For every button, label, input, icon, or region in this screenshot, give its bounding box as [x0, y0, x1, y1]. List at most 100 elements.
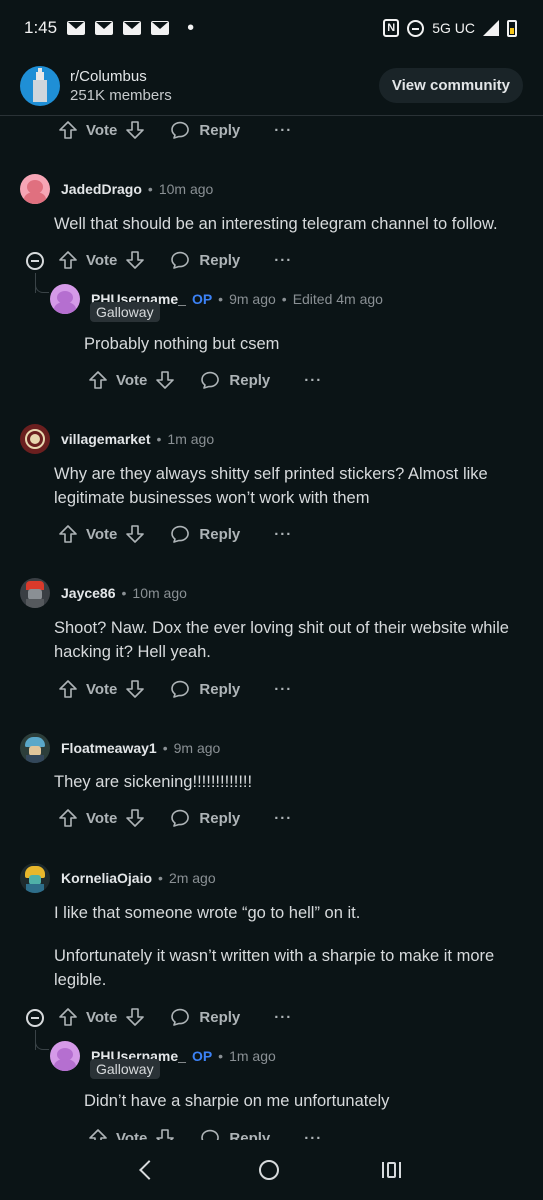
collapse-thread-icon[interactable]: [26, 1009, 44, 1027]
upvote-icon[interactable]: [58, 1007, 78, 1027]
more-options-button[interactable]: ···: [274, 252, 292, 269]
reply-icon: [171, 1008, 190, 1026]
reply-label: Reply: [229, 1129, 271, 1141]
vote-label: Vote: [86, 809, 118, 827]
mail-icon: [123, 21, 142, 35]
comment-text: Well that should be an interesting teleg…: [54, 215, 498, 233]
more-options-button[interactable]: ···: [274, 681, 292, 698]
reply-label: Reply: [229, 371, 271, 389]
avatar[interactable]: [50, 1041, 80, 1071]
more-options-button[interactable]: ···: [274, 810, 292, 827]
username[interactable]: JadedDrago: [61, 181, 142, 197]
downvote-icon[interactable]: [155, 1128, 175, 1140]
more-options-button[interactable]: ···: [274, 526, 292, 543]
comment-text: Why are they always shitty self printed …: [54, 465, 488, 507]
user-flair: Galloway: [90, 302, 160, 322]
timestamp: 1m ago: [167, 431, 215, 447]
downvote-icon[interactable]: [155, 370, 175, 390]
reply-icon: [171, 525, 190, 543]
view-community-button[interactable]: View community: [378, 68, 523, 103]
comment-actions: Vote Reply ···: [58, 524, 292, 544]
avatar[interactable]: [20, 863, 50, 893]
nfc-icon: N: [383, 19, 400, 37]
signal-icon: [483, 20, 499, 36]
comment-actions: Vote Reply ···: [58, 250, 292, 270]
more-options-button[interactable]: ···: [274, 122, 292, 139]
avatar[interactable]: [50, 284, 80, 314]
downvote-icon[interactable]: [125, 120, 145, 140]
username[interactable]: KorneliaOjaio: [61, 870, 152, 886]
more-notifications-icon: •: [187, 17, 195, 39]
mail-icon: [151, 21, 170, 35]
do-not-disturb-icon: [407, 19, 425, 37]
downvote-icon[interactable]: [125, 679, 145, 699]
reply-button[interactable]: Reply: [171, 679, 240, 699]
downvote-icon[interactable]: [125, 1007, 145, 1027]
subreddit-name[interactable]: r/Columbus: [70, 68, 172, 85]
back-icon[interactable]: [138, 1160, 159, 1180]
reply-button[interactable]: Reply: [201, 370, 270, 390]
subreddit-header: r/Columbus 251K members View community: [0, 56, 543, 116]
upvote-icon[interactable]: [58, 250, 78, 270]
op-badge: OP: [191, 291, 213, 307]
reply-icon: [201, 1129, 220, 1140]
upvote-icon[interactable]: [58, 120, 78, 140]
avatar[interactable]: [20, 578, 50, 608]
upvote-icon[interactable]: [88, 1128, 108, 1140]
comment-actions: Vote Reply ···: [58, 808, 292, 828]
more-options-button[interactable]: ···: [304, 372, 322, 389]
vote-label: Vote: [86, 680, 118, 698]
reply-icon: [171, 121, 190, 139]
reply-button[interactable]: Reply: [171, 524, 240, 544]
member-count: 251K members: [70, 86, 172, 104]
reply-label: Reply: [199, 809, 241, 827]
reply-label: Reply: [199, 525, 241, 543]
avatar[interactable]: [20, 424, 50, 454]
reply-button[interactable]: Reply: [171, 250, 240, 270]
downvote-icon[interactable]: [125, 250, 145, 270]
more-options-button[interactable]: ···: [304, 1130, 322, 1141]
comment-actions: Vote Reply ···: [88, 370, 322, 390]
comment-actions: Vote Reply ···: [88, 1128, 322, 1140]
upvote-icon[interactable]: [58, 679, 78, 699]
reply-label: Reply: [199, 680, 241, 698]
username[interactable]: Floatmeaway1: [61, 740, 157, 756]
vote-label: Vote: [116, 1129, 148, 1141]
username[interactable]: Jayce86: [61, 585, 116, 601]
home-icon[interactable]: [258, 1160, 279, 1180]
recent-apps-icon[interactable]: [382, 1162, 402, 1178]
comment-text: Shoot? Naw. Dox the ever loving shit out…: [54, 619, 509, 661]
mail-icon: [95, 21, 114, 35]
more-options-button[interactable]: ···: [274, 1009, 292, 1026]
avatar[interactable]: [20, 733, 50, 763]
reply-label: Reply: [199, 251, 241, 269]
upvote-icon[interactable]: [58, 808, 78, 828]
vote-label: Vote: [116, 371, 148, 389]
vote-label: Vote: [86, 1008, 118, 1026]
reply-button[interactable]: Reply: [171, 808, 240, 828]
comment-text: Probably nothing but csem: [84, 335, 280, 353]
edited-label: Edited 4m ago: [292, 291, 383, 307]
reply-button[interactable]: Reply: [201, 1128, 270, 1140]
timestamp: 9m ago: [229, 291, 276, 307]
comment-feed[interactable]: Vote Reply ··· JadedDrago • 10m ago Well…: [0, 116, 543, 1140]
collapse-thread-icon[interactable]: [26, 252, 44, 270]
avatar[interactable]: [20, 174, 50, 204]
comment-actions: Vote Reply ···: [58, 1007, 292, 1027]
reply-label: Reply: [199, 1008, 241, 1026]
timestamp: 1m ago: [229, 1048, 276, 1064]
subreddit-avatar[interactable]: [20, 65, 60, 106]
status-bar: 1:45 • N 5G UC: [0, 0, 543, 56]
timestamp: 10m ago: [132, 585, 187, 601]
downvote-icon[interactable]: [125, 808, 145, 828]
upvote-icon[interactable]: [58, 524, 78, 544]
upvote-icon[interactable]: [88, 370, 108, 390]
comment-text: Didn’t have a sharpie on me unfortunatel…: [84, 1092, 390, 1110]
vote-label: Vote: [86, 525, 118, 543]
downvote-icon[interactable]: [125, 524, 145, 544]
username[interactable]: villagemarket: [61, 431, 151, 447]
reply-button[interactable]: Reply: [171, 1007, 240, 1027]
reply-button[interactable]: Reply: [171, 120, 240, 140]
vote-label: Vote: [86, 121, 118, 139]
timestamp: 9m ago: [173, 740, 221, 756]
